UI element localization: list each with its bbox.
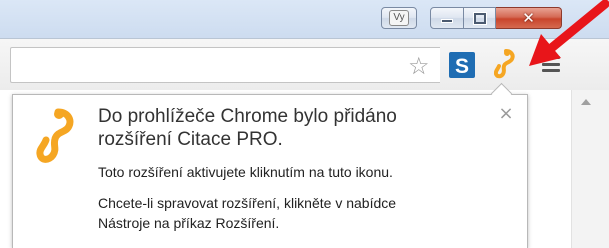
minimize-button[interactable]	[430, 7, 464, 29]
scroll-up-arrow-icon[interactable]	[581, 99, 591, 105]
s-extension-letter: S	[455, 55, 469, 78]
citace-pro-logo-icon	[36, 108, 74, 163]
minimize-icon	[441, 19, 453, 23]
bookmark-star-icon[interactable]: ☆	[408, 54, 432, 78]
citace-pro-icon[interactable]	[494, 49, 516, 79]
bubble-manage-line-1: Chcete-li spravovat rozšíření, klikněte …	[98, 195, 397, 211]
bubble-close-icon[interactable]: ×	[496, 104, 516, 124]
profile-button[interactable]: Vy	[381, 7, 417, 29]
s-extension-icon[interactable]: S	[449, 52, 475, 78]
bubble-manage-line-2: Nástroje na příkaz Rozšíření.	[98, 215, 280, 231]
red-pointer-arrow	[529, 0, 609, 66]
maximize-button[interactable]	[464, 7, 496, 29]
bubble-title: Do prohlížeče Chrome bylo přidáno rozšíř…	[98, 105, 488, 151]
profile-badge: Vy	[389, 10, 409, 26]
vertical-scrollbar[interactable]	[571, 90, 609, 248]
maximize-icon	[473, 12, 486, 24]
bubble-activation-text: Toto rozšíření aktivujete kliknutím na t…	[98, 164, 393, 180]
address-bar[interactable]	[10, 47, 440, 83]
bubble-title-line-1: Do prohlížeče Chrome bylo přidáno	[98, 106, 397, 127]
bubble-title-line-2: rozšíření Citace PRO.	[98, 129, 283, 150]
bubble-manage-text: Chcete-li spravovat rozšíření, klikněte …	[98, 193, 498, 233]
